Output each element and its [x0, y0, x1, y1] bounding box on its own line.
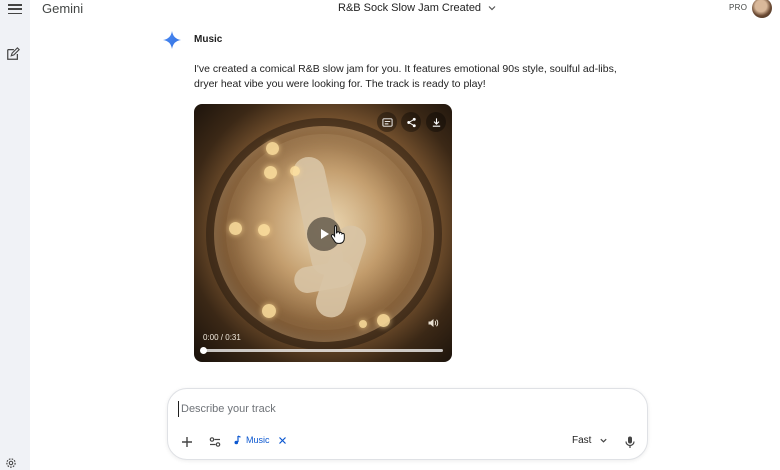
download-button[interactable] [426, 112, 446, 132]
bokeh-light [258, 224, 270, 236]
close-icon[interactable] [278, 436, 287, 445]
music-note-icon [234, 435, 241, 445]
tools-icon[interactable] [208, 435, 222, 449]
music-player[interactable]: 0:00 / 0:31 [194, 104, 452, 362]
bokeh-light [264, 166, 277, 179]
bokeh-light [290, 166, 300, 176]
model-mode-label: Fast [572, 435, 592, 446]
hand-cursor-icon [330, 225, 345, 244]
prompt-composer: Music Fast [167, 388, 648, 460]
plan-badge: PRO [729, 3, 748, 12]
add-icon[interactable] [180, 435, 194, 449]
progress-handle[interactable] [200, 347, 207, 354]
playback-time: 0:00 / 0:31 [203, 333, 241, 342]
captions-button[interactable] [377, 112, 397, 132]
chat-title-dropdown[interactable]: R&B Sock Slow Jam Created [338, 2, 497, 14]
music-tool-chip[interactable]: Music [232, 435, 287, 445]
microphone-icon[interactable] [623, 435, 637, 449]
prompt-input[interactable] [178, 401, 618, 417]
music-chip-label: Music [246, 435, 270, 445]
bokeh-light [266, 142, 279, 155]
new-chat-icon[interactable] [6, 47, 20, 61]
response-text: I've created a comical R&B slow jam for … [194, 63, 617, 90]
gemini-spark-icon [163, 31, 181, 49]
share-button[interactable] [401, 112, 421, 132]
bokeh-light [359, 320, 367, 328]
avatar[interactable] [752, 0, 772, 18]
bokeh-light [377, 314, 390, 327]
model-mode-selector[interactable]: Fast [572, 435, 608, 446]
chat-title-text: R&B Sock Slow Jam Created [338, 2, 482, 14]
side-rail [0, 0, 30, 470]
bokeh-light [262, 304, 276, 318]
captions-icon [381, 117, 393, 127]
chevron-down-icon [600, 438, 608, 443]
play-icon [321, 229, 329, 239]
download-icon [432, 117, 440, 127]
bokeh-light [229, 222, 242, 235]
volume-icon[interactable] [427, 317, 439, 329]
gear-icon[interactable] [5, 457, 17, 469]
share-icon [406, 117, 416, 127]
app-title[interactable]: Gemini [42, 1, 83, 16]
menu-icon[interactable] [5, 3, 25, 15]
chevron-down-icon [488, 6, 496, 11]
response-sender: Music [194, 34, 223, 45]
progress-bar[interactable] [200, 347, 443, 354]
